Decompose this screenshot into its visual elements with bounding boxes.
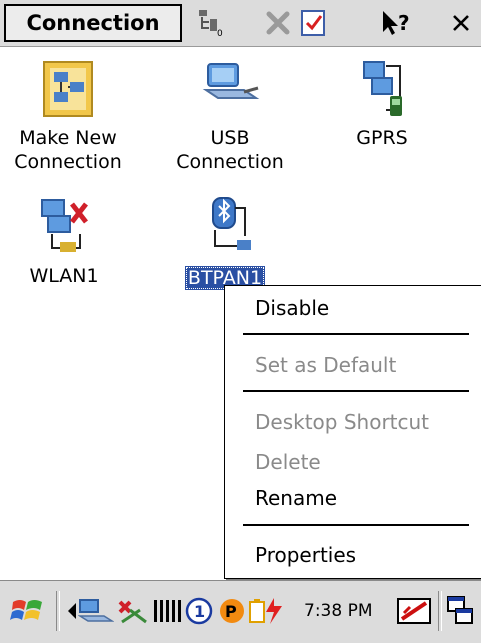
keyboard-icon[interactable]	[396, 593, 434, 629]
numlock-icon[interactable]: 1	[184, 593, 214, 629]
wlan-connection-icon	[32, 196, 96, 260]
check-icon[interactable]	[296, 6, 332, 40]
connection-item-make-new[interactable]: Make New Connection	[12, 58, 124, 174]
connection-label: Make New Connection	[14, 127, 122, 173]
alpha-icon[interactable]: P	[218, 593, 246, 629]
connection-item-btpan1[interactable]: BTPAN1	[170, 196, 280, 290]
clock[interactable]: 7:38 PM	[304, 595, 373, 627]
taskbar-separator	[56, 591, 60, 631]
command-bar: Connection 0 ?	[0, 0, 481, 47]
make-new-connection-icon	[36, 58, 100, 122]
menu-item-rename[interactable]: Rename	[255, 486, 337, 510]
connection-item-usb[interactable]: USB Connection	[170, 58, 290, 174]
close-icon[interactable]	[444, 6, 478, 40]
bluetooth-icon[interactable]	[116, 593, 150, 629]
svg-text:1: 1	[194, 602, 205, 621]
power-icon[interactable]	[248, 593, 288, 629]
menu-separator	[243, 524, 469, 526]
taskbar: 1 P 7:38 PM	[0, 580, 481, 643]
context-menu: Disable Set as Default Desktop Shortcut …	[224, 285, 481, 579]
taskbar-separator	[438, 591, 442, 631]
connection-label: WLAN1	[29, 265, 99, 287]
delete-icon[interactable]	[260, 6, 296, 40]
menu-item-properties[interactable]: Properties	[255, 543, 356, 567]
battery-icon[interactable]	[152, 593, 182, 629]
svg-text:0: 0	[217, 29, 223, 38]
back-arrow-icon[interactable]	[66, 593, 78, 629]
connection-item-gprs[interactable]: GPRS	[332, 58, 432, 150]
menu-item-delete[interactable]: Delete	[255, 450, 321, 474]
connection-item-wlan1[interactable]: WLAN1	[14, 196, 114, 288]
network-icon[interactable]	[78, 593, 114, 629]
svg-text:?: ?	[398, 11, 410, 35]
menu-item-disable[interactable]: Disable	[255, 296, 329, 320]
app-title-button[interactable]: Connection	[4, 4, 182, 42]
connection-label: GPRS	[356, 127, 408, 149]
windows-icon[interactable]	[446, 593, 476, 629]
menu-separator	[243, 333, 469, 335]
menu-item-set-as-default[interactable]: Set as Default	[255, 353, 396, 377]
usb-connection-icon	[198, 58, 262, 122]
menu-item-desktop-shortcut[interactable]: Desktop Shortcut	[255, 410, 429, 434]
start-icon[interactable]	[10, 593, 44, 629]
connection-label: USB Connection	[176, 127, 284, 173]
view-icon[interactable]: 0	[192, 6, 228, 40]
menu-separator	[243, 390, 469, 392]
svg-text:P: P	[225, 602, 237, 621]
gprs-connection-icon	[350, 58, 414, 122]
help-icon[interactable]: ?	[378, 6, 418, 40]
btpan-connection-icon	[193, 196, 257, 260]
